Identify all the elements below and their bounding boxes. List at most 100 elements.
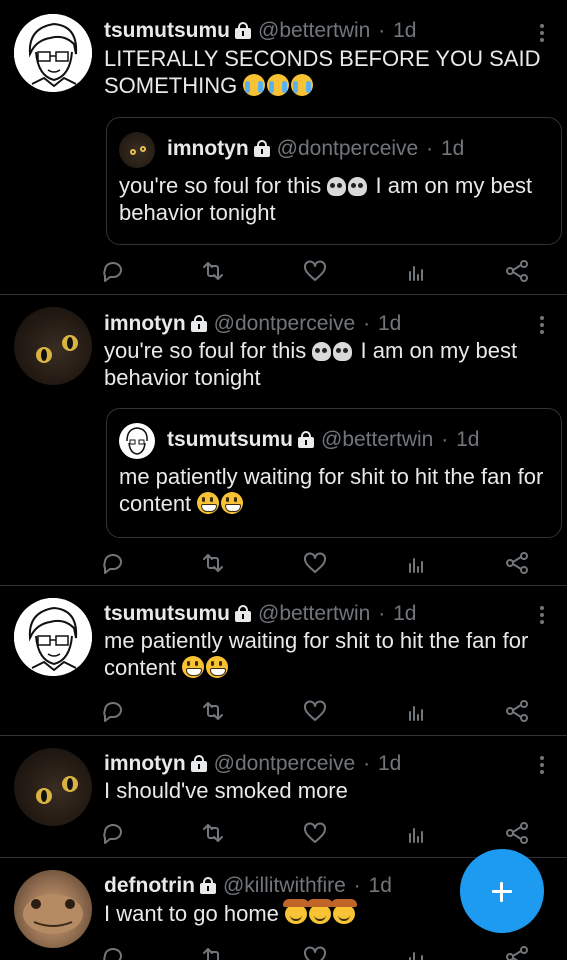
author-name[interactable]: defnotrin (104, 874, 195, 897)
share-button[interactable] (504, 258, 530, 284)
like-icon (304, 822, 326, 843)
retweet-icon (203, 554, 223, 572)
quoted-tweet[interactable]: imnotyn @dontperceive · 1d you're so foul… (106, 117, 562, 245)
retweet-button[interactable] (200, 698, 226, 724)
share-button[interactable] (504, 820, 530, 846)
retweet-button[interactable] (200, 550, 226, 576)
timestamp[interactable]: 1d (369, 874, 392, 897)
retweet-button[interactable] (200, 820, 226, 846)
quoted-text-part: you're so foul for this (119, 173, 322, 198)
skull-emoji (333, 342, 353, 361)
more-icon[interactable] (539, 316, 545, 337)
cowboy-emoji (283, 899, 310, 924)
views-button[interactable] (403, 258, 429, 284)
avatar-drawing (36, 776, 78, 804)
like-icon (304, 260, 326, 281)
views-button[interactable] (403, 820, 429, 846)
quoted-tweet[interactable]: tsumutsumu @bettertwin · 1d me patiently … (106, 408, 562, 538)
action-bar (103, 698, 534, 724)
tweet[interactable]: tsumutsumu @bettertwin · 1d me patiently … (0, 586, 567, 736)
action-bar (103, 820, 534, 846)
share-button[interactable] (504, 698, 530, 724)
retweet-icon (203, 824, 223, 842)
avatar[interactable] (14, 307, 92, 385)
avatar-drawing (14, 598, 92, 676)
author-name[interactable]: imnotyn (104, 752, 186, 775)
author-name[interactable]: tsumutsumu (104, 602, 230, 625)
reply-button[interactable] (100, 258, 126, 284)
tweet-text: I should've smoked more (104, 778, 348, 803)
separator: · (363, 752, 371, 775)
avatar-drawing (14, 14, 92, 92)
reply-button[interactable] (100, 550, 126, 576)
skull-emoji (348, 177, 368, 196)
author-name[interactable]: tsumutsumu (104, 19, 230, 42)
author-handle[interactable]: @dontperceive (214, 312, 356, 335)
author-handle[interactable]: @killitwithfire (223, 874, 346, 897)
like-button[interactable] (302, 944, 328, 960)
timestamp[interactable]: 1d (378, 752, 401, 775)
retweet-button[interactable] (200, 944, 226, 960)
quoted-avatar (119, 423, 155, 459)
reply-icon (103, 702, 122, 722)
lock-icon (190, 755, 207, 772)
reply-icon (103, 554, 122, 574)
reply-button[interactable] (100, 944, 126, 960)
like-button[interactable] (302, 820, 328, 846)
separator: · (441, 428, 449, 451)
separator: · (426, 137, 434, 160)
like-icon (304, 700, 326, 721)
author-handle[interactable]: @dontperceive (214, 752, 356, 775)
timestamp[interactable]: 1d (378, 312, 401, 335)
skull-emoji (312, 342, 332, 361)
separator: · (363, 312, 371, 335)
timestamp[interactable]: 1d (393, 602, 416, 625)
share-icon (506, 822, 528, 844)
author-name[interactable]: imnotyn (104, 312, 186, 335)
author-handle[interactable]: @bettertwin (258, 602, 370, 625)
quoted-timestamp: 1d (456, 428, 480, 451)
views-icon (409, 558, 423, 573)
like-icon (304, 946, 326, 960)
quoted-author-name: tsumutsumu (167, 428, 293, 451)
share-button[interactable] (504, 944, 530, 960)
retweet-icon (203, 948, 222, 960)
like-button[interactable] (302, 698, 328, 724)
avatar[interactable] (14, 14, 92, 92)
views-button[interactable] (403, 944, 429, 960)
tweet[interactable]: tsumutsumu @bettertwin · 1d LITERALLY SEC… (0, 0, 567, 295)
loudly-crying-emoji (291, 74, 314, 96)
views-button[interactable] (403, 550, 429, 576)
grimacing-emoji (197, 492, 220, 514)
like-button[interactable] (302, 258, 328, 284)
cowboy-emoji (331, 899, 358, 924)
cowboy-emoji (307, 899, 334, 924)
avatar[interactable] (14, 598, 92, 676)
tweet-text-part: you're so foul for this (104, 338, 307, 363)
quoted-author-handle: @dontperceive (276, 137, 419, 160)
more-icon[interactable] (539, 756, 545, 777)
separator: · (353, 874, 361, 897)
compose-button[interactable] (460, 849, 544, 933)
reply-button[interactable] (100, 698, 126, 724)
timestamp[interactable]: 1d (393, 19, 416, 42)
tweet[interactable]: imnotyn @dontperceive · 1d you're so foul… (0, 295, 567, 586)
avatar-drawing (36, 335, 78, 363)
action-bar (103, 258, 534, 284)
share-icon (506, 946, 528, 960)
more-icon[interactable] (539, 24, 545, 45)
avatar[interactable] (14, 870, 92, 948)
like-button[interactable] (302, 550, 328, 576)
reply-button[interactable] (100, 820, 126, 846)
tweet-text: LITERALLY SECONDS BEFORE YOU SAID SOMETH… (104, 45, 545, 99)
author-handle[interactable]: @bettertwin (258, 19, 370, 42)
avatar[interactable] (14, 748, 92, 826)
views-button[interactable] (403, 698, 429, 724)
reply-icon (103, 824, 122, 844)
retweet-button[interactable] (200, 258, 226, 284)
share-button[interactable] (504, 550, 530, 576)
share-icon (506, 260, 528, 282)
tweet[interactable]: imnotyn @dontperceive · 1d I should've sm… (0, 736, 567, 858)
tweet-text: you're so foul for this I am on my best … (104, 337, 545, 391)
more-icon[interactable] (539, 606, 545, 627)
